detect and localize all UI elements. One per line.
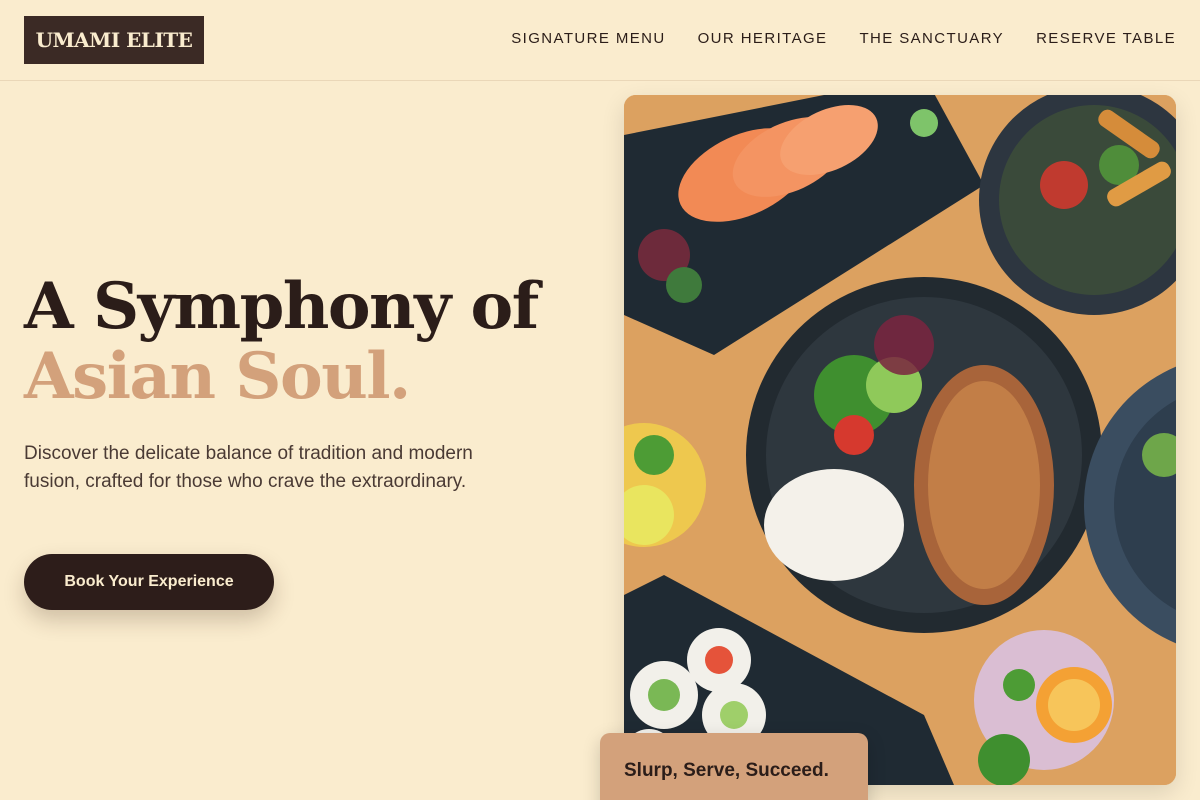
nav-the-sanctuary[interactable]: THE SANCTUARY bbox=[859, 30, 1004, 47]
hero-food-image bbox=[624, 95, 1176, 785]
main-nav: SIGNATURE MENU OUR HERITAGE THE SANCTUAR… bbox=[511, 30, 1176, 47]
hero-subtext: Discover the delicate balance of traditi… bbox=[24, 443, 473, 492]
tagline-card: Slurp, Serve, Succeed. bbox=[600, 733, 868, 800]
headline-line-1: A Symphony of bbox=[24, 269, 539, 344]
hero-headline: A Symphony of Asian Soul. bbox=[24, 269, 539, 414]
brand-logo[interactable]: UMAMI ELITE bbox=[24, 16, 204, 64]
nav-signature-menu[interactable]: SIGNATURE MENU bbox=[511, 30, 665, 47]
rice-bowl-illustration bbox=[746, 277, 1102, 633]
nav-reserve-table[interactable]: RESERVE TABLE bbox=[1036, 30, 1176, 47]
headline-line-2: Asian Soul. bbox=[24, 339, 411, 414]
site-header: UMAMI ELITE SIGNATURE MENU OUR HERITAGE … bbox=[0, 0, 1200, 81]
nav-our-heritage[interactable]: OUR HERITAGE bbox=[698, 30, 828, 47]
book-experience-button[interactable]: Book Your Experience bbox=[24, 554, 274, 610]
